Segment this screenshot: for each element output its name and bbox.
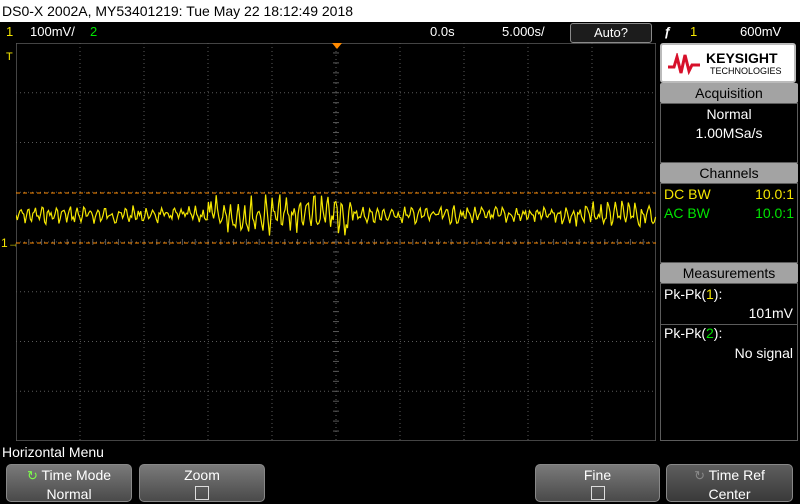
zoom-checkbox[interactable] xyxy=(195,486,209,500)
ch1-coupling: DC BW xyxy=(664,186,711,202)
time-ref-label: Time Ref xyxy=(708,467,765,483)
trigger-edge-icon[interactable]: ƒ xyxy=(664,24,671,39)
meas1-value: 101mV xyxy=(748,305,793,321)
status-bar: 1 100mV/ 2 0.0s 5.000s/ Auto? ƒ 1 600mV xyxy=(0,22,800,43)
title-text: DS0-X 2002A, MY53401219: Tue May 22 18:1… xyxy=(2,3,354,19)
ch1-number[interactable]: 1 xyxy=(6,24,13,39)
ch2-coupling: AC BW xyxy=(664,205,710,221)
fine-softkey[interactable]: Fine xyxy=(535,464,660,502)
waveform-display[interactable] xyxy=(16,43,656,441)
time-mode-label: Time Mode xyxy=(41,467,112,483)
meas2-label: Pk-Pk(2): xyxy=(664,325,723,341)
channels-section[interactable]: DC BW 10.0:1 AC BW 10.0:1 xyxy=(660,183,798,263)
time-scale[interactable]: 5.000s/ xyxy=(502,24,545,39)
keysight-wave-icon xyxy=(668,53,700,75)
acquisition-mode: Normal xyxy=(706,106,752,122)
rotate-knob-icon: ↻ xyxy=(26,468,38,483)
acquisition-section[interactable]: Normal 1.00MSa/s xyxy=(660,103,798,163)
zoom-label: Zoom xyxy=(184,467,220,483)
zoom-softkey[interactable]: Zoom xyxy=(139,464,265,502)
time-mode-value: Normal xyxy=(46,486,92,502)
time-offset[interactable]: 0.0s xyxy=(430,24,455,39)
auto-trigger-button[interactable]: Auto? xyxy=(570,23,652,43)
logo-sub: TECHNOLOGIES xyxy=(710,66,782,76)
measurements-section[interactable]: Pk-Pk(1): 101mV Pk-Pk(2): No signal xyxy=(660,283,798,441)
title-bar: DS0-X 2002A, MY53401219: Tue May 22 18:1… xyxy=(0,0,800,22)
meas2-value: No signal xyxy=(734,345,793,361)
fine-label: Fine xyxy=(583,467,612,483)
rotate-knob-icon: ↻ xyxy=(694,468,705,483)
acquisition-rate: 1.00MSa/s xyxy=(695,125,763,141)
auto-label: Auto? xyxy=(594,25,628,40)
keysight-logo: KEYSIGHT TECHNOLOGIES xyxy=(660,43,796,83)
ch2-number[interactable]: 2 xyxy=(90,24,97,39)
trigger-level[interactable]: 600mV xyxy=(740,24,781,39)
ch2-probe: 10.0:1 xyxy=(755,205,794,221)
trigger-source[interactable]: 1 xyxy=(690,24,697,39)
time-ref-softkey[interactable]: ↻ Time Ref Center xyxy=(666,464,793,502)
time-mode-softkey[interactable]: ↻ Time Mode Normal xyxy=(6,464,132,502)
trigger-position-marker[interactable]: T xyxy=(6,51,13,63)
ch1-scale[interactable]: 100mV/ xyxy=(30,24,75,39)
right-info-panel: KEYSIGHT TECHNOLOGIES Acquisition Normal… xyxy=(660,43,800,441)
acquisition-header[interactable]: Acquisition xyxy=(660,83,798,103)
ch1-probe: 10.0:1 xyxy=(755,186,794,202)
channels-header[interactable]: Channels xyxy=(660,163,798,183)
logo-name: KEYSIGHT xyxy=(706,50,778,66)
horizontal-menu-label: Horizontal Menu xyxy=(2,444,104,460)
meas1-label: Pk-Pk(1): xyxy=(664,286,723,302)
measurements-header[interactable]: Measurements xyxy=(660,263,798,283)
time-ref-value: Center xyxy=(708,486,751,502)
fine-checkbox[interactable] xyxy=(590,486,605,500)
